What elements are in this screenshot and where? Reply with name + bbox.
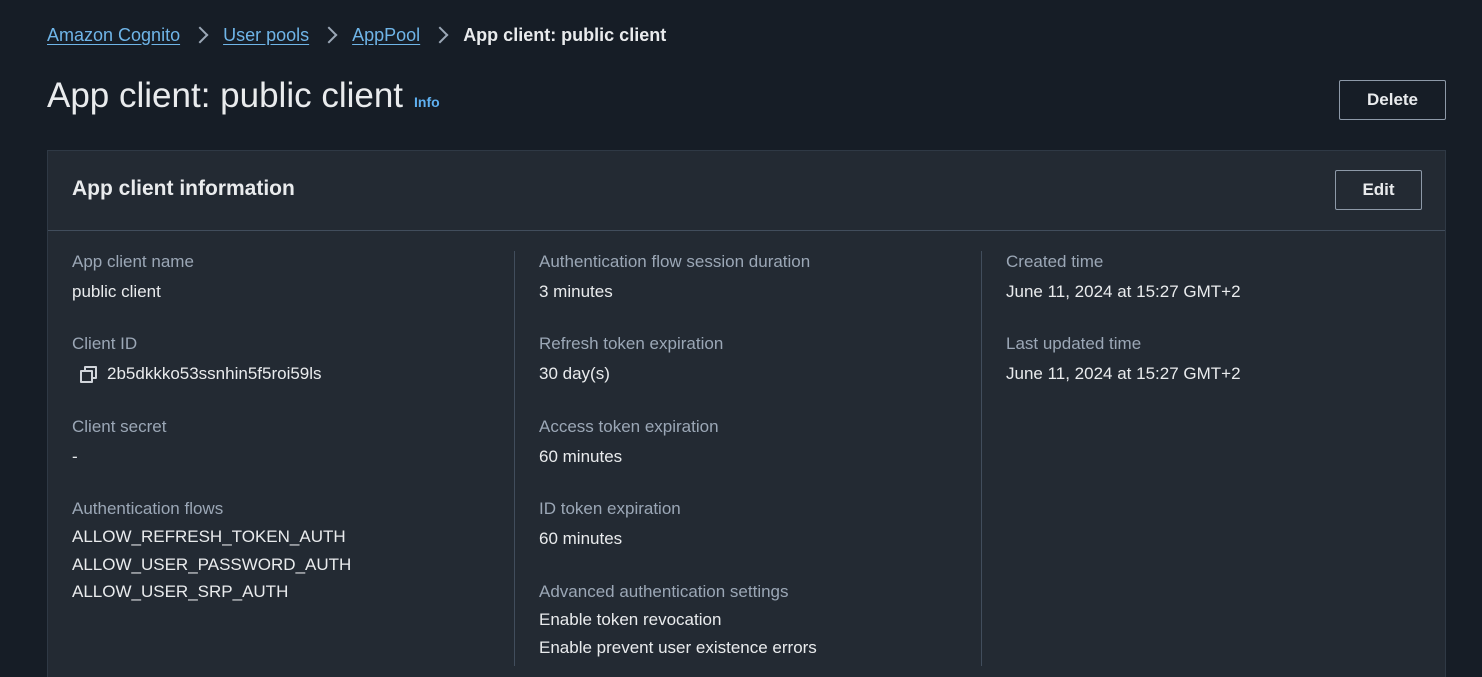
field-access-token-expiration: Access token expiration 60 minutes	[539, 416, 719, 468]
field-value: -	[72, 447, 78, 466]
breadcrumb-link-amazon-cognito[interactable]: Amazon Cognito	[47, 25, 180, 46]
field-label: Authentication flow session duration	[539, 252, 811, 271]
field-client-secret: Client secret -	[72, 416, 166, 468]
field-label: Created time	[1006, 252, 1104, 271]
breadcrumb: Amazon Cognito User pools AppPool App cl…	[47, 24, 666, 46]
column-divider	[514, 251, 515, 666]
info-link[interactable]: Info	[414, 94, 440, 110]
field-authentication-flows: Authentication flows ALLOW_REFRESH_TOKEN…	[72, 498, 351, 606]
field-label: Access token expiration	[539, 417, 719, 436]
field-created-time: Created time June 11, 2024 at 15:27 GMT+…	[1006, 251, 1241, 303]
client-id-row: 2b5dkkko53ssnhin5f5roi59ls	[72, 363, 322, 385]
field-label: Advanced authentication settings	[539, 582, 789, 601]
field-id-token-expiration: ID token expiration 60 minutes	[539, 498, 681, 550]
page: Amazon Cognito User pools AppPool App cl…	[0, 0, 1482, 677]
field-value: 3 minutes	[539, 282, 613, 301]
field-value: June 11, 2024 at 15:27 GMT+2	[1006, 282, 1241, 301]
field-value: public client	[72, 282, 161, 301]
field-value: June 11, 2024 at 15:27 GMT+2	[1006, 364, 1241, 383]
list-item: ALLOW_USER_SRP_AUTH	[72, 582, 289, 601]
field-refresh-token-expiration: Refresh token expiration 30 day(s)	[539, 333, 723, 385]
breadcrumb-link-apppool[interactable]: AppPool	[352, 25, 420, 46]
panel-title: App client information	[72, 177, 295, 200]
column-divider	[981, 251, 982, 666]
field-label: Client ID	[72, 334, 138, 353]
advanced-settings-list: Enable token revocation Enable prevent u…	[539, 606, 817, 661]
app-client-information-panel: App client information Edit App client n…	[47, 150, 1446, 677]
list-item: Enable token revocation	[539, 610, 722, 629]
field-label: Client secret	[72, 417, 167, 436]
auth-flows-list: ALLOW_REFRESH_TOKEN_AUTH ALLOW_USER_PASS…	[72, 523, 351, 606]
list-item: ALLOW_USER_PASSWORD_AUTH	[72, 554, 352, 574]
field-app-client-name: App client name public client	[72, 251, 194, 303]
field-label: App client name	[72, 252, 194, 271]
page-header: App client: public client Info	[47, 76, 440, 116]
field-value: 60 minutes	[539, 447, 623, 466]
breadcrumb-current: App client: public client	[463, 24, 667, 45]
field-label: Authentication flows	[72, 499, 224, 518]
field-value: 60 minutes	[539, 529, 623, 548]
edit-button[interactable]: Edit	[1335, 170, 1422, 210]
field-value: 30 day(s)	[539, 364, 610, 383]
list-item: Enable prevent user existence errors	[539, 637, 817, 657]
field-label: Last updated time	[1006, 334, 1142, 353]
field-client-id: Client ID 2b5dkkko53ssnhin5f5roi59ls	[72, 333, 322, 385]
panel-header: App client information Edit	[48, 151, 1445, 231]
field-advanced-auth-settings: Advanced authentication settings Enable …	[539, 581, 817, 661]
field-last-updated-time: Last updated time June 11, 2024 at 15:27…	[1006, 333, 1241, 385]
chevron-right-icon	[320, 26, 338, 44]
copy-icon[interactable]	[80, 366, 97, 383]
field-label: Refresh token expiration	[539, 334, 724, 353]
client-id-value: 2b5dkkko53ssnhin5f5roi59ls	[107, 364, 322, 383]
list-item: ALLOW_REFRESH_TOKEN_AUTH	[72, 527, 346, 546]
chevron-right-icon	[431, 26, 449, 44]
breadcrumb-link-user-pools[interactable]: User pools	[223, 25, 309, 46]
page-title: App client: public client	[47, 76, 404, 115]
field-label: ID token expiration	[539, 499, 681, 518]
chevron-right-icon	[191, 26, 209, 44]
delete-button[interactable]: Delete	[1339, 80, 1446, 120]
field-session-duration: Authentication flow session duration 3 m…	[539, 251, 810, 303]
